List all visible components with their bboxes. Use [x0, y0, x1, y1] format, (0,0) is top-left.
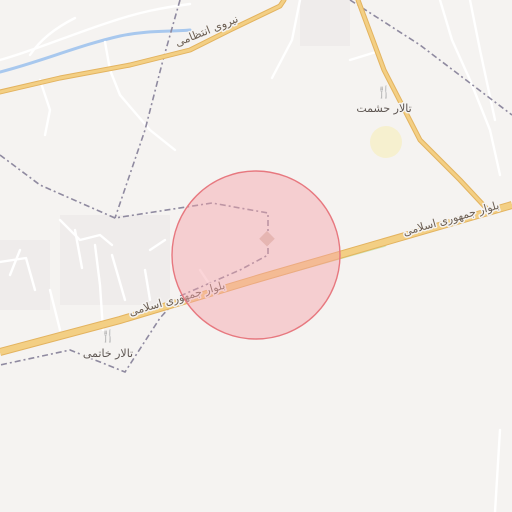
poi-label-khatami: تالار خاتمی: [83, 347, 133, 360]
map-canvas[interactable]: نیروی انتظامی بلوار جمهوری اسلامی بلوار …: [0, 0, 512, 512]
poi-label-heshmat: تالار حشمت: [356, 102, 411, 115]
map-view[interactable]: نیروی انتظامی بلوار جمهوری اسلامی بلوار …: [0, 0, 512, 512]
restaurant-icon: 🍴: [101, 329, 116, 343]
location-radius-circle: [171, 170, 341, 340]
restaurant-icon: 🍴: [377, 85, 392, 99]
